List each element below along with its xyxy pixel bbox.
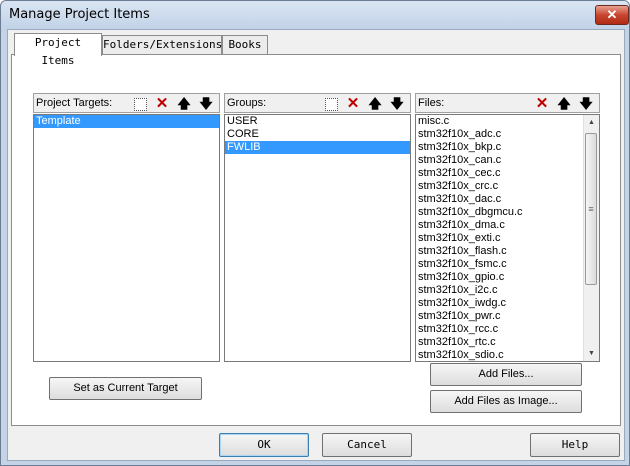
move-file-up-icon[interactable]: 🡅: [556, 96, 572, 112]
ok-button[interactable]: OK: [219, 433, 309, 457]
groups-header: Groups: ✕ 🡅 🡇: [224, 93, 411, 113]
project-targets-header: Project Targets: ✕ 🡅 🡇: [33, 93, 220, 113]
move-target-up-icon[interactable]: 🡅: [176, 96, 192, 112]
delete-target-icon[interactable]: ✕: [154, 96, 170, 112]
delete-file-icon[interactable]: ✕: [534, 96, 550, 112]
list-item[interactable]: stm32f10x_dac.c: [416, 193, 599, 206]
new-target-icon[interactable]: [134, 98, 147, 111]
files-header: Files: ✕ 🡅 🡇: [415, 93, 600, 113]
list-item[interactable]: stm32f10x_fsmc.c: [416, 258, 599, 271]
tab-books[interactable]: Books: [222, 35, 268, 55]
list-item[interactable]: stm32f10x_dbgmcu.c: [416, 206, 599, 219]
groups-label: Groups:: [227, 97, 267, 109]
files-items: misc.c stm32f10x_adc.c stm32f10x_bkp.c stm3…: [416, 115, 599, 361]
list-item[interactable]: stm32f10x_dma.c: [416, 219, 599, 232]
scroll-down-arrow-icon[interactable]: ▼: [584, 346, 599, 361]
list-item[interactable]: stm32f10x_cec.c: [416, 167, 599, 180]
delete-group-icon[interactable]: ✕: [345, 96, 361, 112]
list-item[interactable]: stm32f10x_sdio.c: [416, 349, 599, 361]
tab-project-items[interactable]: Project Items: [14, 33, 102, 67]
set-as-current-target-button[interactable]: Set as Current Target: [49, 377, 202, 400]
cancel-button[interactable]: Cancel: [322, 433, 412, 457]
help-button[interactable]: Help: [530, 433, 620, 457]
scroll-up-arrow-icon[interactable]: ▲: [584, 115, 599, 130]
tab-folders-extensions[interactable]: Folders/Extensions: [102, 35, 222, 55]
list-item[interactable]: stm32f10x_can.c: [416, 154, 599, 167]
files-label: Files:: [418, 97, 445, 109]
list-item[interactable]: CORE: [225, 128, 410, 141]
project-targets-list[interactable]: Template: [33, 114, 220, 362]
list-item[interactable]: stm32f10x_bkp.c: [416, 141, 599, 154]
project-targets-label: Project Targets:: [36, 97, 113, 109]
dialog-client-area: Project Items Folders/Extensions Books P…: [7, 29, 625, 461]
list-item[interactable]: stm32f10x_adc.c: [416, 128, 599, 141]
list-item[interactable]: stm32f10x_pwr.c: [416, 310, 599, 323]
groups-list[interactable]: USER CORE FWLIB: [224, 114, 411, 362]
add-files-as-image-button[interactable]: Add Files as Image...: [430, 390, 582, 413]
add-files-button[interactable]: Add Files...: [430, 363, 582, 386]
move-group-down-icon[interactable]: 🡇: [389, 96, 405, 112]
list-item[interactable]: FWLIB: [225, 141, 410, 154]
files-list[interactable]: misc.c stm32f10x_adc.c stm32f10x_bkp.c stm3…: [415, 114, 600, 362]
files-scrollbar[interactable]: ▲ ≡ ▼: [583, 115, 599, 361]
list-item[interactable]: stm32f10x_crc.c: [416, 180, 599, 193]
list-item[interactable]: stm32f10x_rtc.c: [416, 336, 599, 349]
list-item[interactable]: Template: [34, 115, 219, 128]
list-item[interactable]: stm32f10x_i2c.c: [416, 284, 599, 297]
new-group-icon[interactable]: [325, 98, 338, 111]
move-group-up-icon[interactable]: 🡅: [367, 96, 383, 112]
move-target-down-icon[interactable]: 🡇: [198, 96, 214, 112]
title-bar[interactable]: Manage Project Items ✕: [1, 1, 629, 29]
project-items-panel: Project Targets: ✕ 🡅 🡇 Template Groups: …: [11, 54, 621, 426]
list-item[interactable]: stm32f10x_gpio.c: [416, 271, 599, 284]
move-file-down-icon[interactable]: 🡇: [578, 96, 594, 112]
list-item[interactable]: stm32f10x_flash.c: [416, 245, 599, 258]
scroll-thumb[interactable]: ≡: [585, 133, 597, 285]
list-item[interactable]: stm32f10x_rcc.c: [416, 323, 599, 336]
manage-project-items-dialog: Manage Project Items ✕ Project Items Fol…: [0, 0, 630, 466]
list-item[interactable]: stm32f10x_iwdg.c: [416, 297, 599, 310]
list-item[interactable]: stm32f10x_exti.c: [416, 232, 599, 245]
close-button[interactable]: ✕: [595, 5, 629, 25]
dialog-title: Manage Project Items: [9, 7, 150, 22]
list-item[interactable]: misc.c: [416, 115, 599, 128]
list-item[interactable]: USER: [225, 115, 410, 128]
